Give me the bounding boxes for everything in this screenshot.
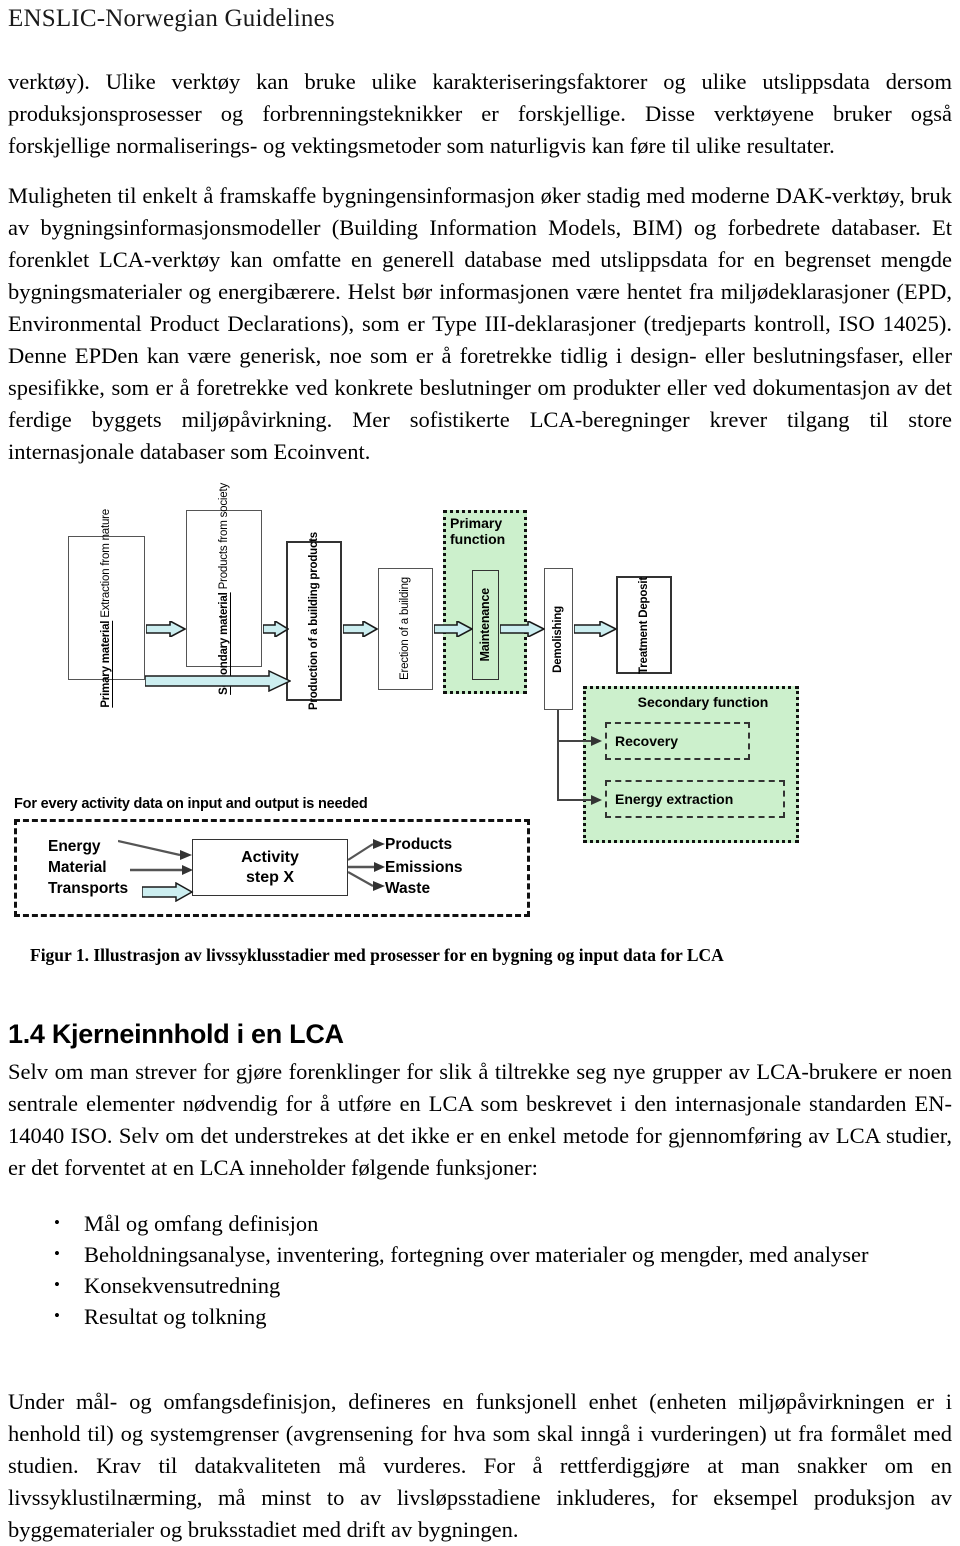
stage-primary-material-line1: Primary material bbox=[100, 620, 112, 708]
stage-treatment-line1: Treatment bbox=[637, 620, 650, 674]
stage-erection-line2: a building bbox=[399, 577, 411, 625]
arrowhead-recovery bbox=[591, 735, 603, 748]
stage-label-primary-material: Primary material Extraction from nature bbox=[99, 509, 114, 708]
group-primary-function-line2: function bbox=[450, 531, 506, 547]
stage-label-demolishing: Demolishing bbox=[551, 606, 566, 673]
running-header: ENSLIC-Norwegian Guidelines bbox=[8, 5, 335, 32]
stage-box-treatment-deposit: Treatment Deposit bbox=[616, 576, 672, 674]
document-page: ENSLIC-Norwegian Guidelines verktøy). Ul… bbox=[0, 0, 960, 1542]
section-closing-wrap: Under mål- og omfangsdefinisjon, definer… bbox=[8, 1386, 952, 1546]
secondary-item-recovery: Recovery bbox=[605, 722, 750, 760]
activity-step-line1: Activity bbox=[241, 848, 299, 866]
arrow-secondary-to-production bbox=[263, 621, 289, 637]
stage-box-erection: Erection of a building bbox=[378, 568, 433, 690]
stage-demolishing-line1: Demolishing bbox=[552, 605, 564, 673]
arrow-primary-to-production-bypass bbox=[145, 670, 291, 692]
activity-input-material: Material bbox=[48, 859, 107, 876]
arrow-production-to-erection bbox=[343, 621, 378, 637]
activity-input-energy: Energy bbox=[48, 838, 101, 855]
paragraph-1: verktøy). Ulike verktøy kan bruke ulike … bbox=[8, 69, 952, 158]
activity-input-transports: Transports bbox=[48, 880, 129, 897]
connector-demolishing-vertical bbox=[557, 710, 559, 801]
stage-label-erection: Erection of a building bbox=[398, 577, 413, 680]
body-text-column: verktøy). Ulike verktøy kan bruke ulike … bbox=[8, 66, 952, 468]
section-closing-paragraph: Under mål- og omfangsdefinisjon, definer… bbox=[8, 1389, 952, 1542]
stage-box-demolishing: Demolishing bbox=[544, 568, 573, 710]
stage-label-secondary-material: Secondary material Products from society bbox=[217, 483, 232, 695]
lifecycle-diagram: Primary function Primary material Extrac… bbox=[0, 483, 960, 928]
list-item: Konsekvensutredning bbox=[8, 1269, 952, 1301]
stage-label-maintenance: Maintenance bbox=[478, 588, 493, 662]
arrow-maintenance-to-demolishing bbox=[500, 621, 545, 637]
stage-erection-line1: Erection of bbox=[399, 627, 411, 681]
arrow-primary-to-secondary bbox=[146, 621, 186, 637]
arrow-output-products bbox=[348, 836, 386, 861]
group-secondary-function-label: Secondary function bbox=[637, 694, 769, 710]
stage-box-maintenance: Maintenance bbox=[472, 570, 499, 680]
list-item: Beholdningsanalyse, inventering, fortegn… bbox=[8, 1238, 952, 1270]
stage-label-production: Production of a building products bbox=[307, 532, 322, 710]
section-heading-1-4: 1.4 Kjerneinnhold i en LCA bbox=[8, 1019, 344, 1049]
section-intro-wrap: Selv om man strever for gjøre forenkling… bbox=[8, 1056, 952, 1184]
activity-output-waste: Waste bbox=[385, 880, 431, 897]
secondary-item-energy-extraction: Energy extraction bbox=[605, 780, 785, 818]
figure-1: Primary function Primary material Extrac… bbox=[0, 483, 960, 928]
activity-output-products: Products bbox=[385, 836, 453, 853]
secondary-item-energy-extraction-label: Energy extraction bbox=[615, 791, 734, 807]
stage-secondary-material-line2: Products from society bbox=[217, 482, 230, 589]
activity-output-emissions: Emissions bbox=[385, 859, 463, 876]
arrow-erection-to-maintenance bbox=[434, 621, 473, 637]
list-item: Mål og omfang definisjon bbox=[8, 1207, 952, 1239]
activity-panel-caption: For every activity data on input and out… bbox=[14, 796, 368, 812]
activity-step-line2: step X bbox=[245, 868, 294, 886]
arrow-input-transports bbox=[142, 882, 194, 902]
stage-maintenance-line1: Maintenance bbox=[478, 588, 492, 662]
activity-step-box: Activity step X bbox=[192, 839, 348, 896]
stage-treatment-line2: Deposit bbox=[637, 576, 650, 618]
group-primary-function-label: Primary function bbox=[450, 515, 530, 547]
stage-box-secondary-material: Secondary material Products from society bbox=[186, 483, 262, 694]
arrow-input-material bbox=[130, 864, 194, 877]
stage-box-primary-material: Primary material Extraction from nature bbox=[68, 509, 145, 707]
paragraph-2: Muligheten til enkelt å framskaffe bygni… bbox=[8, 183, 952, 464]
arrowhead-energy-extraction bbox=[591, 794, 603, 807]
stage-primary-material-line2: Extraction from nature bbox=[100, 508, 112, 618]
lca-functions-list: Mål og omfang definisjon Beholdningsanal… bbox=[8, 1207, 952, 1332]
stage-production-line2: building products bbox=[307, 531, 320, 626]
section-intro-paragraph: Selv om man strever for gjøre forenkling… bbox=[8, 1059, 952, 1180]
secondary-item-recovery-label: Recovery bbox=[615, 733, 679, 749]
stage-label-treatment-deposit: Treatment Deposit bbox=[637, 577, 652, 674]
figure-caption: Figur 1. Illustrasjon av livssyklusstadi… bbox=[30, 945, 724, 965]
group-primary-function-line1: Primary bbox=[450, 515, 503, 531]
arrow-input-energy bbox=[118, 839, 194, 860]
stage-box-production: Production of a building products bbox=[286, 532, 342, 710]
arrow-output-waste bbox=[348, 870, 386, 891]
list-item: Resultat og tolkning bbox=[8, 1300, 952, 1332]
arrow-demolishing-to-treatment bbox=[574, 621, 617, 637]
stage-production-line1: Production of a bbox=[307, 628, 320, 711]
